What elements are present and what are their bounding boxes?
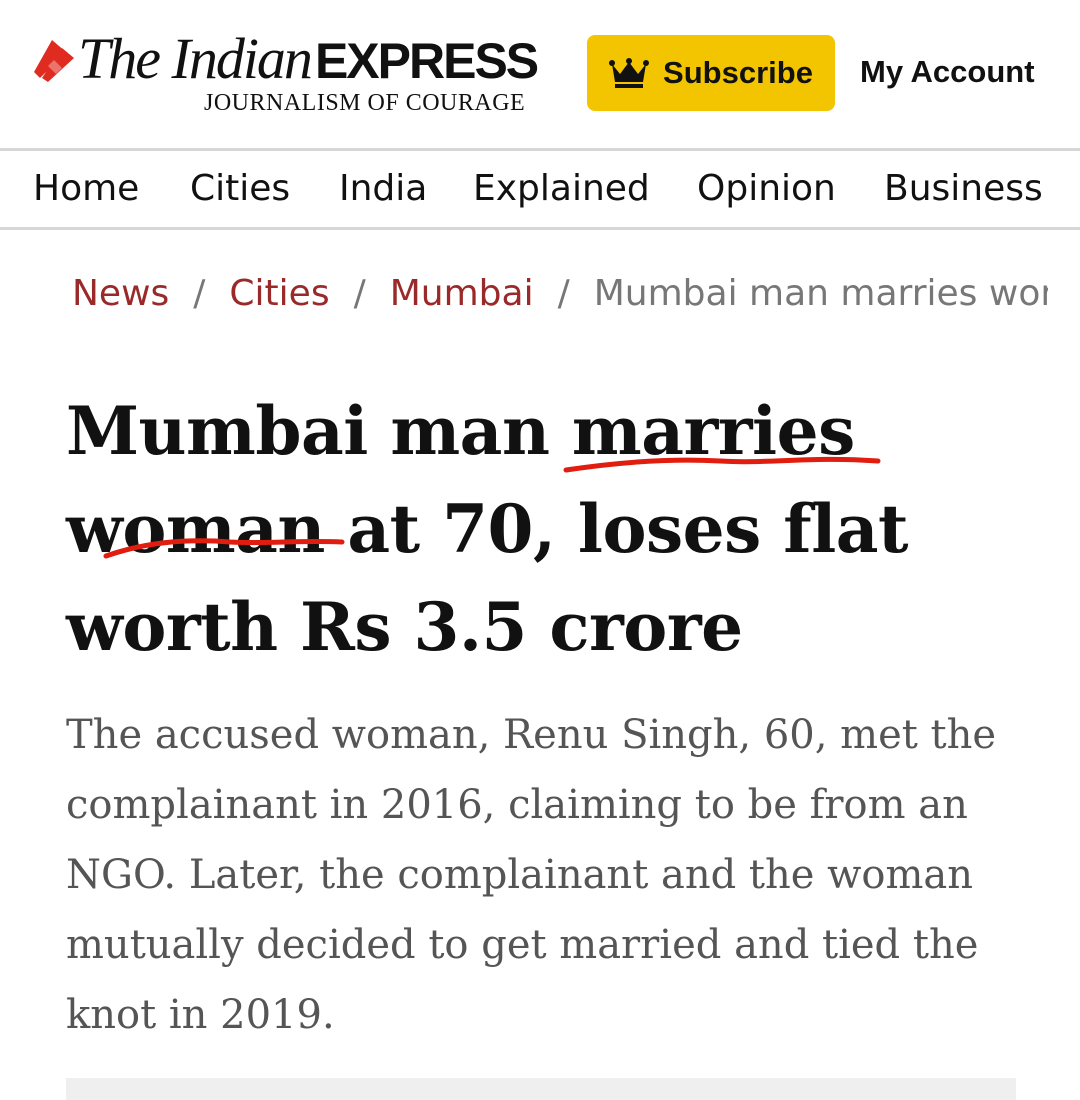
logo-wordmark: The IndianEXPRESS xyxy=(78,30,539,89)
main-nav: Home Cities India Explained Opinion Busi… xyxy=(0,148,1080,230)
nav-item-home[interactable]: Home xyxy=(33,168,139,209)
nav-item-opinion[interactable]: Opinion xyxy=(697,168,836,209)
logo-tagline: JOURNALISM OF COURAGE xyxy=(204,90,526,116)
headline-line-2: woman at 70, loses flat xyxy=(66,480,966,578)
nav-item-explained[interactable]: Explained xyxy=(473,168,650,209)
subscribe-button[interactable]: Subscribe xyxy=(587,35,835,111)
headline-underlined-word: woman xyxy=(66,490,325,568)
headline-text: Mumbai man xyxy=(66,392,572,470)
subscribe-label: Subscribe xyxy=(663,55,813,90)
breadcrumb-current: Mumbai man marries woman at 70, loses fl… xyxy=(593,273,1048,314)
headline-text: at 70, loses flat xyxy=(324,490,909,568)
crown-icon xyxy=(609,58,650,88)
site-header: The IndianEXPRESS JOURNALISM OF COURAGE … xyxy=(0,0,1080,148)
site-logo[interactable]: The IndianEXPRESS JOURNALISM OF COURAGE xyxy=(32,28,552,120)
logo-express: EXPRESS xyxy=(314,33,539,89)
breadcrumb-news[interactable]: News xyxy=(72,273,169,314)
breadcrumb: News / Cities / Mumbai / Mumbai man marries wo… xyxy=(72,272,1048,322)
breadcrumb-separator: / xyxy=(193,273,206,314)
nav-item-cities[interactable]: Cities xyxy=(190,168,290,209)
nav-item-india[interactable]: India xyxy=(339,168,427,209)
breadcrumb-mumbai[interactable]: Mumbai xyxy=(390,273,534,314)
headline-underlined-word: marries xyxy=(571,392,855,470)
nav-item-business[interactable]: Business xyxy=(884,168,1043,209)
headline-line-1: Mumbai man marries xyxy=(66,382,966,480)
ad-placeholder xyxy=(66,1078,1016,1100)
my-account-link[interactable]: My Account xyxy=(860,54,1035,90)
logo-the-indian: The Indian xyxy=(78,26,313,91)
breadcrumb-cities[interactable]: Cities xyxy=(229,273,329,314)
logo-flame-icon xyxy=(34,40,74,82)
article-summary: The accused woman, Renu Singh, 60, met t… xyxy=(66,712,997,1038)
breadcrumb-separator: / xyxy=(557,273,570,314)
breadcrumb-separator: / xyxy=(353,273,366,314)
headline-line-3: worth Rs 3.5 crore xyxy=(66,588,743,666)
article-headline: Mumbai man marries woman at 70, loses fl… xyxy=(66,382,966,676)
